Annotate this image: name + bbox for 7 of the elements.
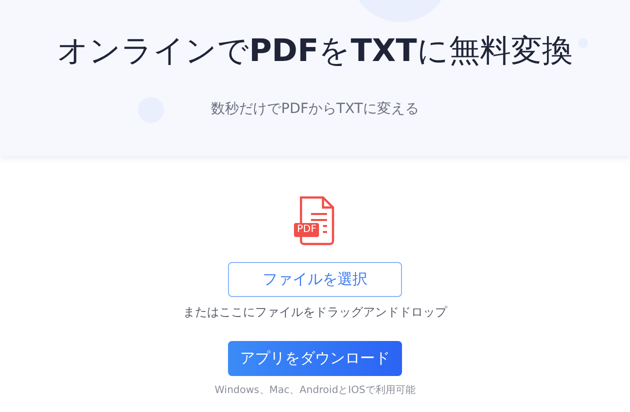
pdf-label: PDF	[294, 223, 320, 237]
subtitle: 数秒だけでPDFからTXTに変える	[211, 100, 419, 118]
platform-note: Windows、Mac、AndroidとIOSで利用可能	[214, 384, 416, 397]
download-app-button[interactable]: アプリをダウンロード	[228, 341, 402, 376]
select-file-button[interactable]: ファイルを選択	[228, 262, 402, 297]
page-title: オンラインでPDFをTXTに無料変換	[57, 32, 573, 71]
drop-hint: またはここにファイルをドラッグアンドドロップ	[183, 304, 447, 321]
